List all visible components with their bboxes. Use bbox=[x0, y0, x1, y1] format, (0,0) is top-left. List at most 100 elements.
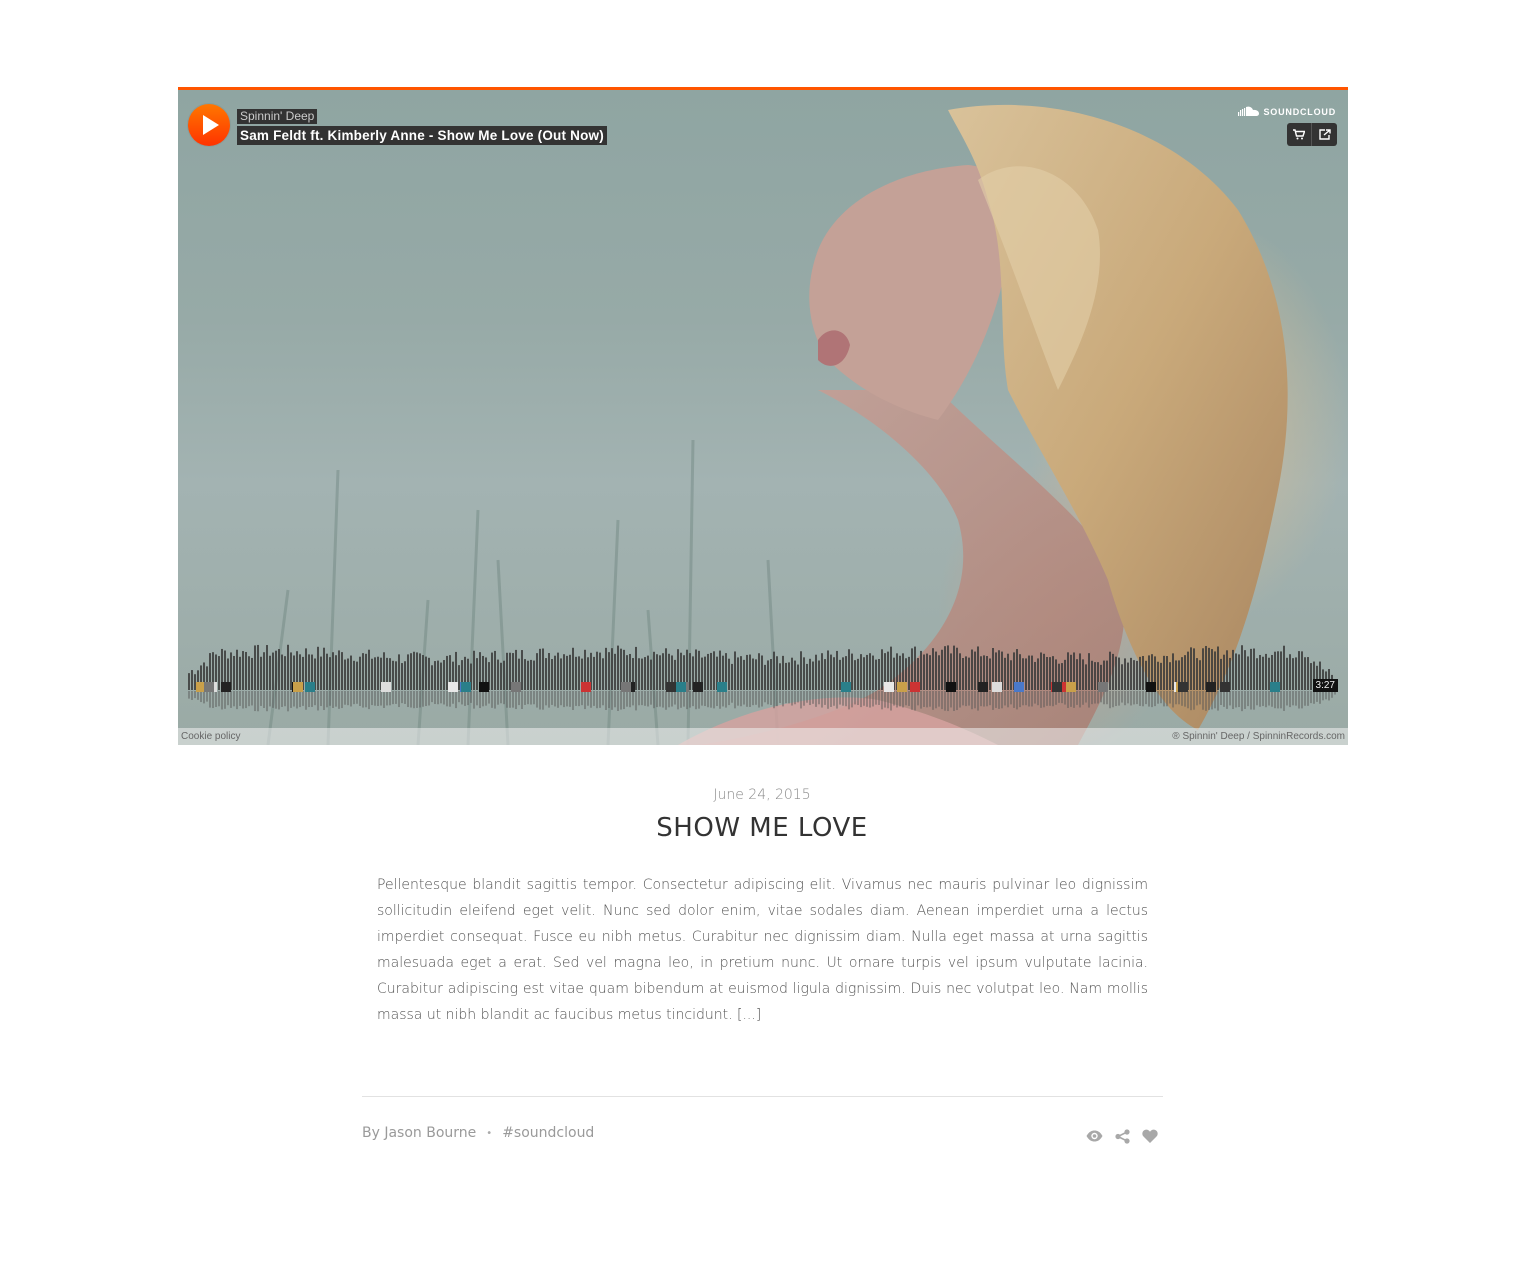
waveform-reflection-bar bbox=[437, 691, 439, 705]
comment-avatar[interactable] bbox=[1178, 682, 1188, 692]
comment-avatar[interactable] bbox=[305, 682, 315, 692]
comment-avatar[interactable] bbox=[1220, 682, 1230, 692]
waveform-reflection-bar bbox=[701, 691, 703, 706]
waveform-reflection-bar bbox=[1136, 691, 1138, 705]
waveform-reflection-bar bbox=[365, 691, 367, 708]
play-icon bbox=[203, 115, 219, 135]
comment-avatar[interactable] bbox=[693, 682, 703, 692]
cookie-policy-link[interactable]: Cookie policy bbox=[181, 731, 240, 742]
author-link[interactable]: By Jason Bourne bbox=[362, 1125, 476, 1141]
waveform-reflection-bar bbox=[1133, 691, 1135, 705]
comment-avatar[interactable] bbox=[511, 682, 521, 692]
waveform-reflection-bar bbox=[842, 691, 844, 706]
waveform-reflection-bar bbox=[281, 691, 283, 707]
waveform-bar bbox=[926, 653, 928, 690]
waveform-bar bbox=[287, 644, 289, 690]
soundcloud-logo[interactable]: SOUNDCLOUD bbox=[1237, 106, 1337, 117]
waveform-reflection-bar bbox=[851, 691, 853, 708]
comment-avatar[interactable] bbox=[1014, 682, 1024, 692]
comment-avatar[interactable] bbox=[581, 682, 591, 692]
comment-avatar[interactable] bbox=[897, 682, 907, 692]
comment-avatar[interactable] bbox=[1206, 682, 1216, 692]
waveform-reflection-bar bbox=[1064, 691, 1066, 705]
waveform-bar bbox=[851, 653, 853, 690]
waveform-reflection-bar bbox=[1286, 691, 1288, 706]
comment-avatar[interactable] bbox=[666, 682, 676, 692]
comment-avatar[interactable] bbox=[204, 682, 214, 692]
comment-avatar[interactable] bbox=[479, 682, 489, 692]
views-button[interactable] bbox=[1085, 1127, 1103, 1145]
comment-avatar[interactable] bbox=[884, 682, 894, 692]
comment-avatar[interactable] bbox=[1098, 682, 1108, 692]
comment-avatar[interactable] bbox=[461, 682, 471, 692]
waveform-bar bbox=[1034, 661, 1036, 690]
waveform-reflection-bar bbox=[1055, 691, 1057, 705]
waveform-bar bbox=[821, 653, 823, 690]
waveform-bar bbox=[761, 655, 763, 690]
waveform-bar bbox=[440, 662, 442, 690]
waveform-reflection-bar bbox=[1187, 691, 1189, 709]
share-post-button[interactable] bbox=[1113, 1127, 1131, 1145]
comment-avatar[interactable] bbox=[717, 682, 727, 692]
waveform-reflection-bar bbox=[1001, 691, 1003, 709]
waveform-bar bbox=[269, 655, 271, 690]
waveform-reflection-bar bbox=[284, 691, 286, 707]
waveform-bar bbox=[494, 650, 496, 690]
waveform-bar bbox=[653, 651, 655, 690]
waveform-reflection-bar bbox=[197, 691, 199, 700]
post-title[interactable]: SHOW ME LOVE bbox=[0, 813, 1524, 843]
read-more-link[interactable]: [...] bbox=[737, 1007, 761, 1023]
waveform-reflection-bar bbox=[356, 691, 358, 704]
buy-button[interactable] bbox=[1287, 123, 1312, 146]
tag-link[interactable]: #soundcloud bbox=[502, 1125, 594, 1141]
waveform-bar bbox=[746, 654, 748, 690]
play-button[interactable] bbox=[188, 104, 230, 146]
waveform[interactable] bbox=[188, 638, 1338, 718]
waveform-reflection-bar bbox=[434, 691, 436, 705]
comment-avatar[interactable] bbox=[1066, 682, 1076, 692]
waveform-reflection-bar bbox=[881, 691, 883, 710]
waveform-bar bbox=[836, 650, 838, 690]
like-button[interactable] bbox=[1141, 1127, 1159, 1145]
waveform-reflection-bar bbox=[371, 691, 373, 706]
comment-avatar[interactable] bbox=[841, 682, 851, 692]
waveform-reflection-bar bbox=[1151, 691, 1153, 708]
comment-avatar[interactable] bbox=[676, 682, 686, 692]
waveform-reflection-bar bbox=[998, 691, 1000, 709]
copyright-link[interactable]: ® Spinnin' Deep / SpinninRecords.com bbox=[1172, 731, 1345, 742]
waveform-reflection-bar bbox=[929, 691, 931, 707]
comment-avatar[interactable] bbox=[621, 682, 631, 692]
waveform-reflection-bar bbox=[944, 691, 946, 711]
share-button[interactable] bbox=[1312, 123, 1337, 146]
waveform-reflection-bar bbox=[1016, 691, 1018, 710]
comment-avatar[interactable] bbox=[978, 682, 988, 692]
waveform-reflection-bar bbox=[299, 691, 301, 708]
comment-avatar[interactable] bbox=[1270, 682, 1280, 692]
waveform-reflection-bar bbox=[188, 691, 190, 699]
comment-avatar[interactable] bbox=[1052, 682, 1062, 692]
waveform-reflection-bar bbox=[536, 691, 538, 708]
waveform-reflection-bar bbox=[617, 691, 619, 711]
waveform-bar bbox=[563, 654, 565, 690]
waveform-reflection-bar bbox=[224, 691, 226, 709]
waveform-reflection-bar bbox=[359, 691, 361, 706]
comment-avatar[interactable] bbox=[381, 682, 391, 692]
comment-avatar[interactable] bbox=[221, 682, 231, 692]
waveform-bar bbox=[539, 648, 541, 690]
comment-avatar[interactable] bbox=[992, 682, 1002, 692]
waveform-reflection-bar bbox=[539, 691, 541, 710]
waveform-bar bbox=[377, 656, 379, 690]
comment-avatar[interactable] bbox=[293, 682, 303, 692]
comment-avatar[interactable] bbox=[946, 682, 956, 692]
track-title-link[interactable]: Sam Feldt ft. Kimberly Anne - Show Me Lo… bbox=[237, 126, 607, 145]
waveform-reflection-bar bbox=[584, 691, 586, 710]
track-user-link[interactable]: Spinnin' Deep bbox=[237, 109, 318, 124]
comment-avatar[interactable] bbox=[910, 682, 920, 692]
waveform-bar bbox=[1028, 655, 1030, 690]
comment-avatar[interactable] bbox=[448, 682, 458, 692]
comment-avatar[interactable] bbox=[1146, 682, 1156, 692]
waveform-bar bbox=[818, 660, 820, 690]
waveform-bar bbox=[239, 656, 241, 690]
waveform-bar bbox=[1046, 656, 1048, 690]
waveform-reflection-bar bbox=[1154, 691, 1156, 707]
